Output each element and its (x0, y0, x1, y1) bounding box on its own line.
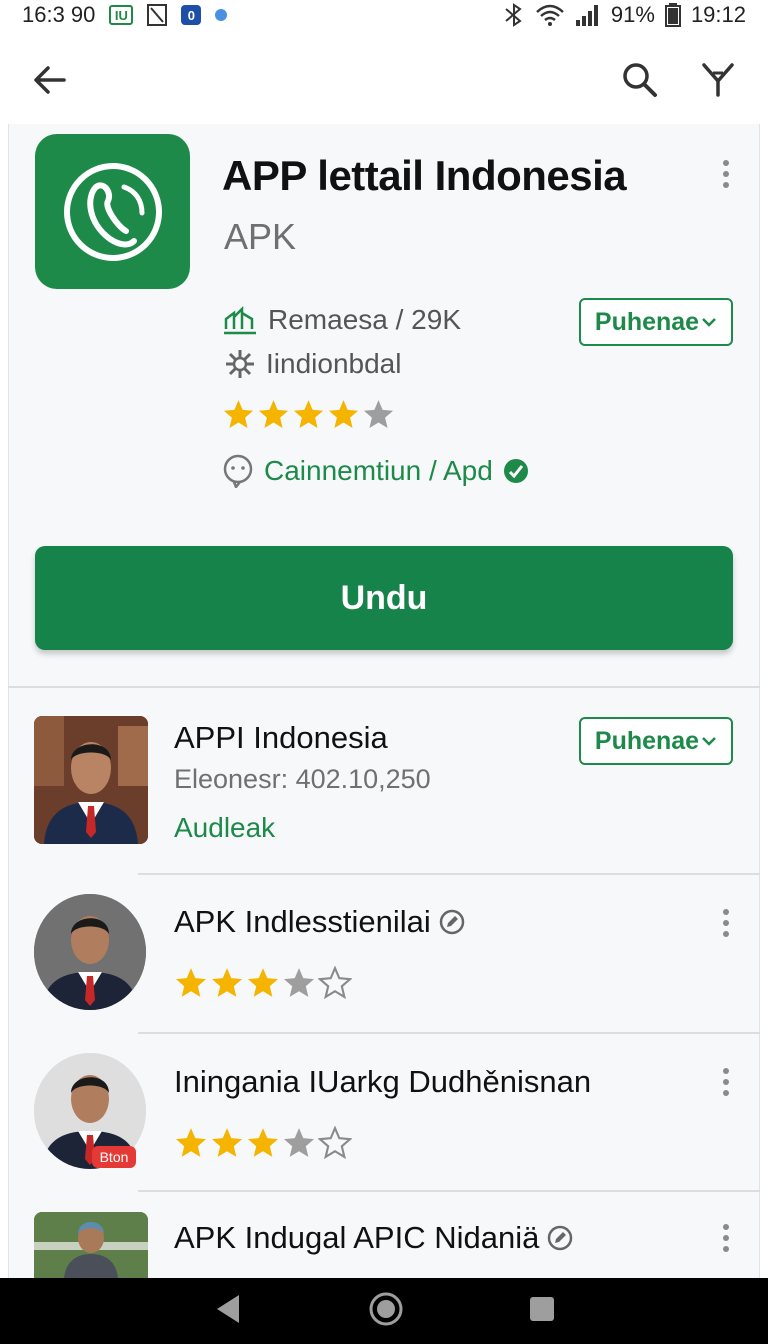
list-item-3-title-text: Iningania IUarkg Dudhěnisnan (174, 1064, 592, 1099)
verified-icon (503, 459, 528, 483)
list-item-4-title-text: APK Indugal APIC Nidaniä (174, 1220, 540, 1255)
star-icon (175, 1128, 207, 1157)
list-item-2-rating (174, 966, 352, 1000)
list-item-1-sub: Eleonesr: 402.10,250 (174, 764, 431, 794)
star-icon (293, 400, 324, 428)
list-item-2-menu-button[interactable] (714, 903, 738, 943)
list-item-1-title[interactable]: APPI Indonesia (174, 720, 388, 756)
top-app-bar (0, 38, 768, 122)
list-item-3-rating (174, 1126, 352, 1160)
search-icon (623, 63, 657, 97)
list-item-1-pill-button[interactable]: Puhenae (579, 717, 733, 765)
kebab-icon (723, 909, 729, 915)
star-icon (283, 1128, 315, 1157)
list-item-1-pill-label: Puhenae (594, 726, 700, 755)
chat-icon (223, 454, 253, 488)
phone-logo-icon (63, 162, 162, 261)
status-time-right: 19:12 (690, 2, 746, 27)
notification-dot-icon (215, 9, 228, 21)
star-icon (318, 966, 352, 1000)
kebab-icon (723, 1068, 729, 1074)
system-nav-bar (0, 1278, 768, 1344)
nav-back-button[interactable] (213, 1293, 243, 1330)
edit-badge-icon (548, 1225, 573, 1251)
person-avatar-icon (34, 716, 148, 844)
section-divider (8, 686, 760, 688)
star-icon (318, 1126, 352, 1160)
star-icon (211, 968, 243, 997)
list-divider (138, 1190, 760, 1192)
back-arrow-icon (34, 66, 66, 94)
app-rating-stars (222, 398, 395, 431)
meta-row-category: Iindionbdal (224, 348, 401, 380)
status-bar: 16:3 90 IU 0 91% 19:12 (0, 0, 768, 30)
person-avatar-icon (34, 894, 146, 1010)
person-photo-icon (34, 1212, 148, 1278)
list-item-1-thumbnail[interactable] (34, 716, 148, 844)
nav-home-icon (369, 1292, 403, 1325)
star-icon (328, 400, 359, 428)
star-icon (211, 1128, 243, 1157)
status-time-left: 16:3 90 (22, 2, 96, 27)
kebab-icon (723, 1224, 729, 1230)
app-title: APP lettail Indonesia (222, 152, 627, 199)
star-icon (247, 1128, 279, 1157)
filter-icon (702, 63, 734, 97)
list-item-2-title-text: APK Indlesstienilai (174, 904, 431, 939)
purchase-pill-button[interactable]: Puhenae (579, 298, 733, 346)
chevron-down-icon (702, 737, 716, 746)
nav-back-icon (217, 1294, 239, 1323)
list-item-3-menu-button[interactable] (714, 1062, 738, 1102)
list-divider (138, 873, 760, 875)
list-item-3-badge: Bton (92, 1146, 136, 1168)
battery-percent: 91% (610, 2, 655, 27)
gear-icon (226, 350, 254, 378)
nav-recents-button[interactable] (529, 1296, 555, 1327)
list-item-1-link[interactable]: Audleak (174, 812, 275, 844)
nav-recents-icon (530, 1296, 554, 1321)
developer-link[interactable]: Cainnemtiun / Apd (222, 454, 529, 488)
back-button[interactable] (24, 54, 76, 106)
wifi-icon (536, 4, 564, 26)
purchase-pill-label: Puhenae (594, 307, 700, 336)
list-item-1-title-text: APPI Indonesia (174, 720, 388, 755)
app-menu-button[interactable] (714, 154, 738, 194)
developer-link-text: Cainnemtiun / Apd (264, 455, 493, 486)
list-item-4-thumbnail[interactable] (34, 1212, 148, 1278)
app-subtitle: APK (224, 216, 297, 257)
star-icon (223, 400, 254, 428)
download-button[interactable]: Undu (35, 546, 733, 650)
star-icon (258, 400, 289, 428)
meta-category-text: Iindionbdal (266, 348, 402, 379)
star-icon (247, 968, 279, 997)
battery-icon (664, 3, 681, 27)
list-item-4-menu-button[interactable] (714, 1218, 738, 1258)
kebab-icon (723, 160, 729, 166)
list-item-2-avatar[interactable] (34, 894, 146, 1010)
filter-button[interactable] (692, 54, 744, 106)
list-item-3-title[interactable]: Iningania IUarkg Dudhěnisnan (174, 1064, 591, 1100)
search-button[interactable] (614, 54, 666, 106)
chart-icon (224, 305, 256, 335)
star-icon (363, 400, 394, 428)
list-item-2-title[interactable]: APK Indlesstienilai (174, 904, 465, 940)
list-divider (138, 1032, 760, 1034)
app-icon[interactable] (35, 134, 190, 289)
app-notification-icon: IU (109, 5, 134, 25)
meta-row-reviews: Remaesa / 29K (222, 304, 461, 336)
shield-notification-icon: 0 (181, 5, 202, 25)
signal-icon (575, 5, 598, 26)
nav-home-button[interactable] (369, 1292, 403, 1331)
sim-icon (147, 4, 168, 26)
star-icon (175, 968, 207, 997)
meta-reviews-text: Remaesa / 29K (268, 304, 461, 335)
list-item-4-title[interactable]: APK Indugal APIC Nidaniä (174, 1220, 573, 1256)
edit-badge-icon (439, 909, 464, 935)
chevron-down-icon (702, 318, 716, 327)
bluetooth-icon (505, 3, 522, 27)
star-icon (283, 968, 315, 997)
